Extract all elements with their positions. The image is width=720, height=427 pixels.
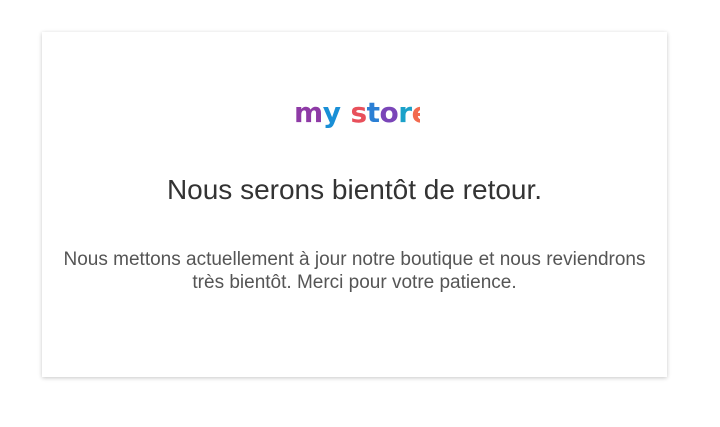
store-logo: mystore [42, 92, 667, 132]
svg-text:mystore: mystore [294, 96, 420, 129]
page-title: Nous serons bientôt de retour. [166, 174, 543, 205]
my-store-logo: mystore [294, 96, 420, 129]
maintenance-card: mystore Nous serons bientôt de retour. N… [42, 32, 667, 377]
maintenance-message: Nous mettons actuellement à jour notre b… [63, 249, 646, 293]
